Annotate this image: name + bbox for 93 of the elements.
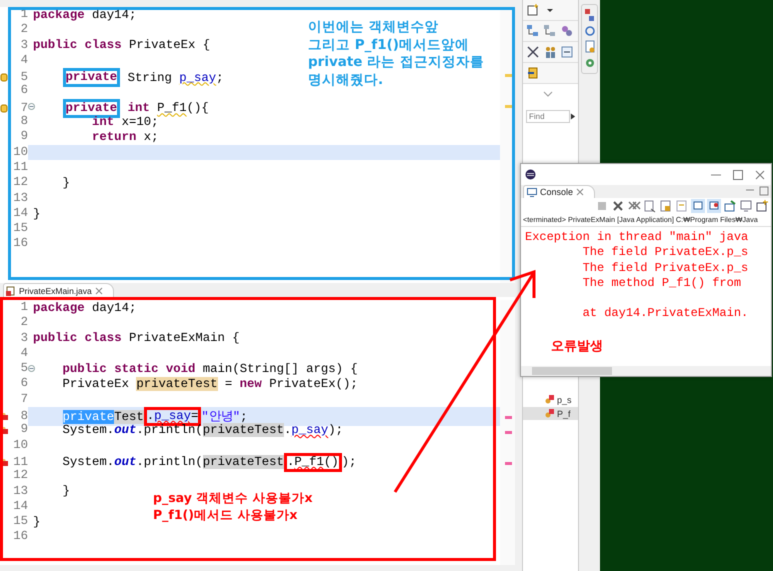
collapse-all-icon[interactable] (560, 45, 574, 59)
crossed-icon[interactable] (526, 45, 540, 59)
line-number: 9 (20, 422, 28, 438)
line-number: 11 (13, 454, 28, 470)
editor-tab[interactable]: PrivateExMain.java (3, 283, 114, 297)
field-icon (545, 409, 554, 418)
maximize-icon[interactable] (731, 168, 745, 182)
code-text: public static void main(String[] args) { (62, 362, 358, 376)
code-text: privateTest (62, 410, 144, 424)
line-number: 16 (13, 529, 28, 545)
line-number: 16 (13, 236, 28, 252)
link-editor-icon[interactable] (526, 66, 540, 80)
code-text: } (33, 206, 40, 220)
collapse-icon[interactable] (28, 365, 35, 372)
annotation-box: private (62, 68, 120, 88)
console-line: The field PrivateEx.p_s (582, 245, 748, 261)
annotation-note: p_say 객체변수 사용불가x P_f1()메서드 사용불가x (153, 489, 313, 523)
outline-item[interactable]: P_f (523, 407, 578, 420)
document-icon[interactable] (582, 40, 596, 54)
line-number: 13 (13, 484, 28, 499)
line-number: 11 (13, 160, 28, 176)
maximize-icon[interactable] (757, 184, 771, 198)
output-icon[interactable] (691, 199, 705, 213)
outline-label: P_f (557, 408, 571, 418)
line-number: 3 (20, 38, 28, 53)
annotation-box: .P_f1() (284, 452, 342, 472)
code-text: return x; (92, 130, 158, 144)
outline-label: p_s (557, 394, 572, 404)
console-line: Exception in thread "main" java (525, 230, 748, 246)
line-number: 10 (13, 438, 28, 453)
close-icon[interactable] (753, 168, 767, 182)
find-field[interactable]: Find (526, 110, 570, 123)
code-text: public class PrivateEx { (33, 38, 210, 52)
line-number: 15 (13, 514, 28, 530)
error-output-icon[interactable] (707, 199, 721, 213)
code-text: } (62, 176, 70, 190)
line-number: 6 (20, 83, 28, 99)
close-icon (94, 286, 103, 294)
line-number: 4 (20, 52, 28, 68)
line-number: 5 (20, 70, 28, 84)
code-text: } (62, 484, 70, 498)
console-line: The field PrivateEx.p_s (582, 260, 748, 276)
people-icon[interactable] (543, 45, 557, 59)
line-number: 14 (13, 206, 28, 222)
line-number: 14 (13, 498, 28, 514)
java-file-icon (6, 286, 16, 296)
clear-icon[interactable] (643, 199, 657, 213)
eclipse-icon (525, 169, 536, 180)
line-number: 7 (20, 392, 28, 408)
code-text: public class PrivateExMain { (33, 331, 240, 346)
display-icon[interactable] (739, 199, 753, 213)
annotation-note: 이번에는 객체변수앞 그리고 P_f1()메서드앞에 private 라는 접근지정자를 명시해줬다. (308, 19, 484, 89)
new-console-icon[interactable] (755, 199, 769, 213)
line-number: 10 (13, 144, 28, 160)
close-icon (576, 188, 584, 196)
annotation-note: 오류발생 (551, 338, 603, 355)
line-number: 4 (20, 346, 28, 362)
menu-arrow-icon (570, 112, 576, 121)
line-number: 2 (20, 22, 28, 38)
code-text: String p_say; (128, 70, 224, 85)
code-text: ); (342, 455, 356, 470)
line-number: 8 (20, 408, 28, 424)
code-text: System.out.println(privateTest (62, 455, 284, 470)
field-icon (545, 395, 554, 404)
line-number: 9 (20, 129, 28, 145)
outline-item[interactable]: p_s (523, 393, 578, 406)
console-tab[interactable]: Console (523, 185, 596, 198)
line-number: 7 (20, 100, 28, 116)
code-text: "안녕"; (201, 410, 248, 424)
code-text: PrivateEx privateTest = new PrivateEx(); (62, 377, 358, 392)
console-line: The method P_f1() from (582, 276, 742, 292)
line-number: 13 (13, 190, 28, 206)
line-number: 1 (20, 300, 28, 316)
scrollbar[interactable] (521, 366, 771, 376)
code-text: package day14; (33, 300, 136, 315)
error-mark[interactable] (505, 431, 512, 434)
line-number: 5 (20, 361, 28, 376)
line-number: 15 (13, 221, 28, 236)
new-icon[interactable] (526, 3, 540, 17)
line-number: 12 (13, 468, 28, 484)
line-number: 3 (20, 330, 28, 346)
circles-icon[interactable] (560, 24, 574, 38)
remove-icon[interactable] (611, 199, 625, 213)
collapse-icon[interactable] (28, 102, 35, 110)
code-text: package day14; (33, 8, 136, 22)
code-text: int P_f1(){ (128, 101, 209, 116)
code-text: } (33, 514, 40, 529)
line-number: 6 (20, 376, 28, 392)
line-number: 8 (20, 114, 28, 130)
line-number: 12 (13, 175, 28, 191)
line-number: 2 (20, 315, 28, 331)
error-mark[interactable] (505, 416, 512, 420)
console-line: at day14.PrivateExMain. (582, 306, 748, 322)
